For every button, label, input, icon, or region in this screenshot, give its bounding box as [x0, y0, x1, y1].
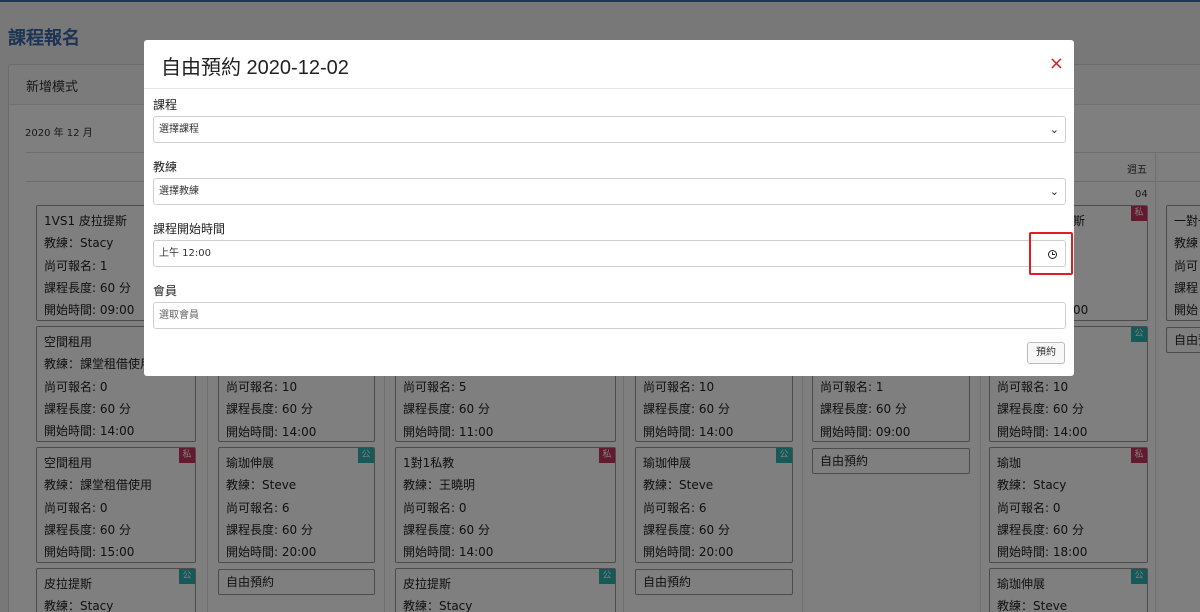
chevron-down-icon: ⌄ — [1049, 123, 1059, 136]
member-input[interactable]: 選取會員 — [153, 302, 1066, 329]
member-input-placeholder: 選取會員 — [159, 310, 199, 321]
chevron-down-icon: ⌄ — [1049, 185, 1059, 198]
coach-label: 教練 — [153, 160, 178, 174]
start-time-value: 上午 12:00 — [159, 248, 211, 259]
clock-icon — [1048, 250, 1057, 259]
modal-divider — [144, 88, 1074, 89]
modal-title: 自由預約 2020-12-02 — [161, 57, 349, 79]
coach-select-value: 選擇教練 — [159, 186, 199, 197]
course-label: 課程 — [153, 98, 178, 112]
course-select-value: 選擇課程 — [159, 124, 199, 135]
start-time-label: 課程開始時間 — [153, 222, 226, 236]
close-icon[interactable]: × — [1049, 54, 1064, 74]
start-time-input[interactable]: 上午 12:00 — [153, 240, 1066, 267]
coach-select[interactable]: 選擇教練 ⌄ — [153, 178, 1066, 205]
course-select[interactable]: 選擇課程 ⌄ — [153, 116, 1066, 143]
book-button[interactable]: 預約 — [1027, 342, 1065, 364]
free-booking-modal: 自由預約 2020-12-02 × 課程 選擇課程 ⌄ 教練 選擇教練 ⌄ 課程… — [144, 40, 1074, 376]
member-label: 會員 — [153, 284, 178, 298]
time-picker-button[interactable] — [1029, 232, 1073, 275]
